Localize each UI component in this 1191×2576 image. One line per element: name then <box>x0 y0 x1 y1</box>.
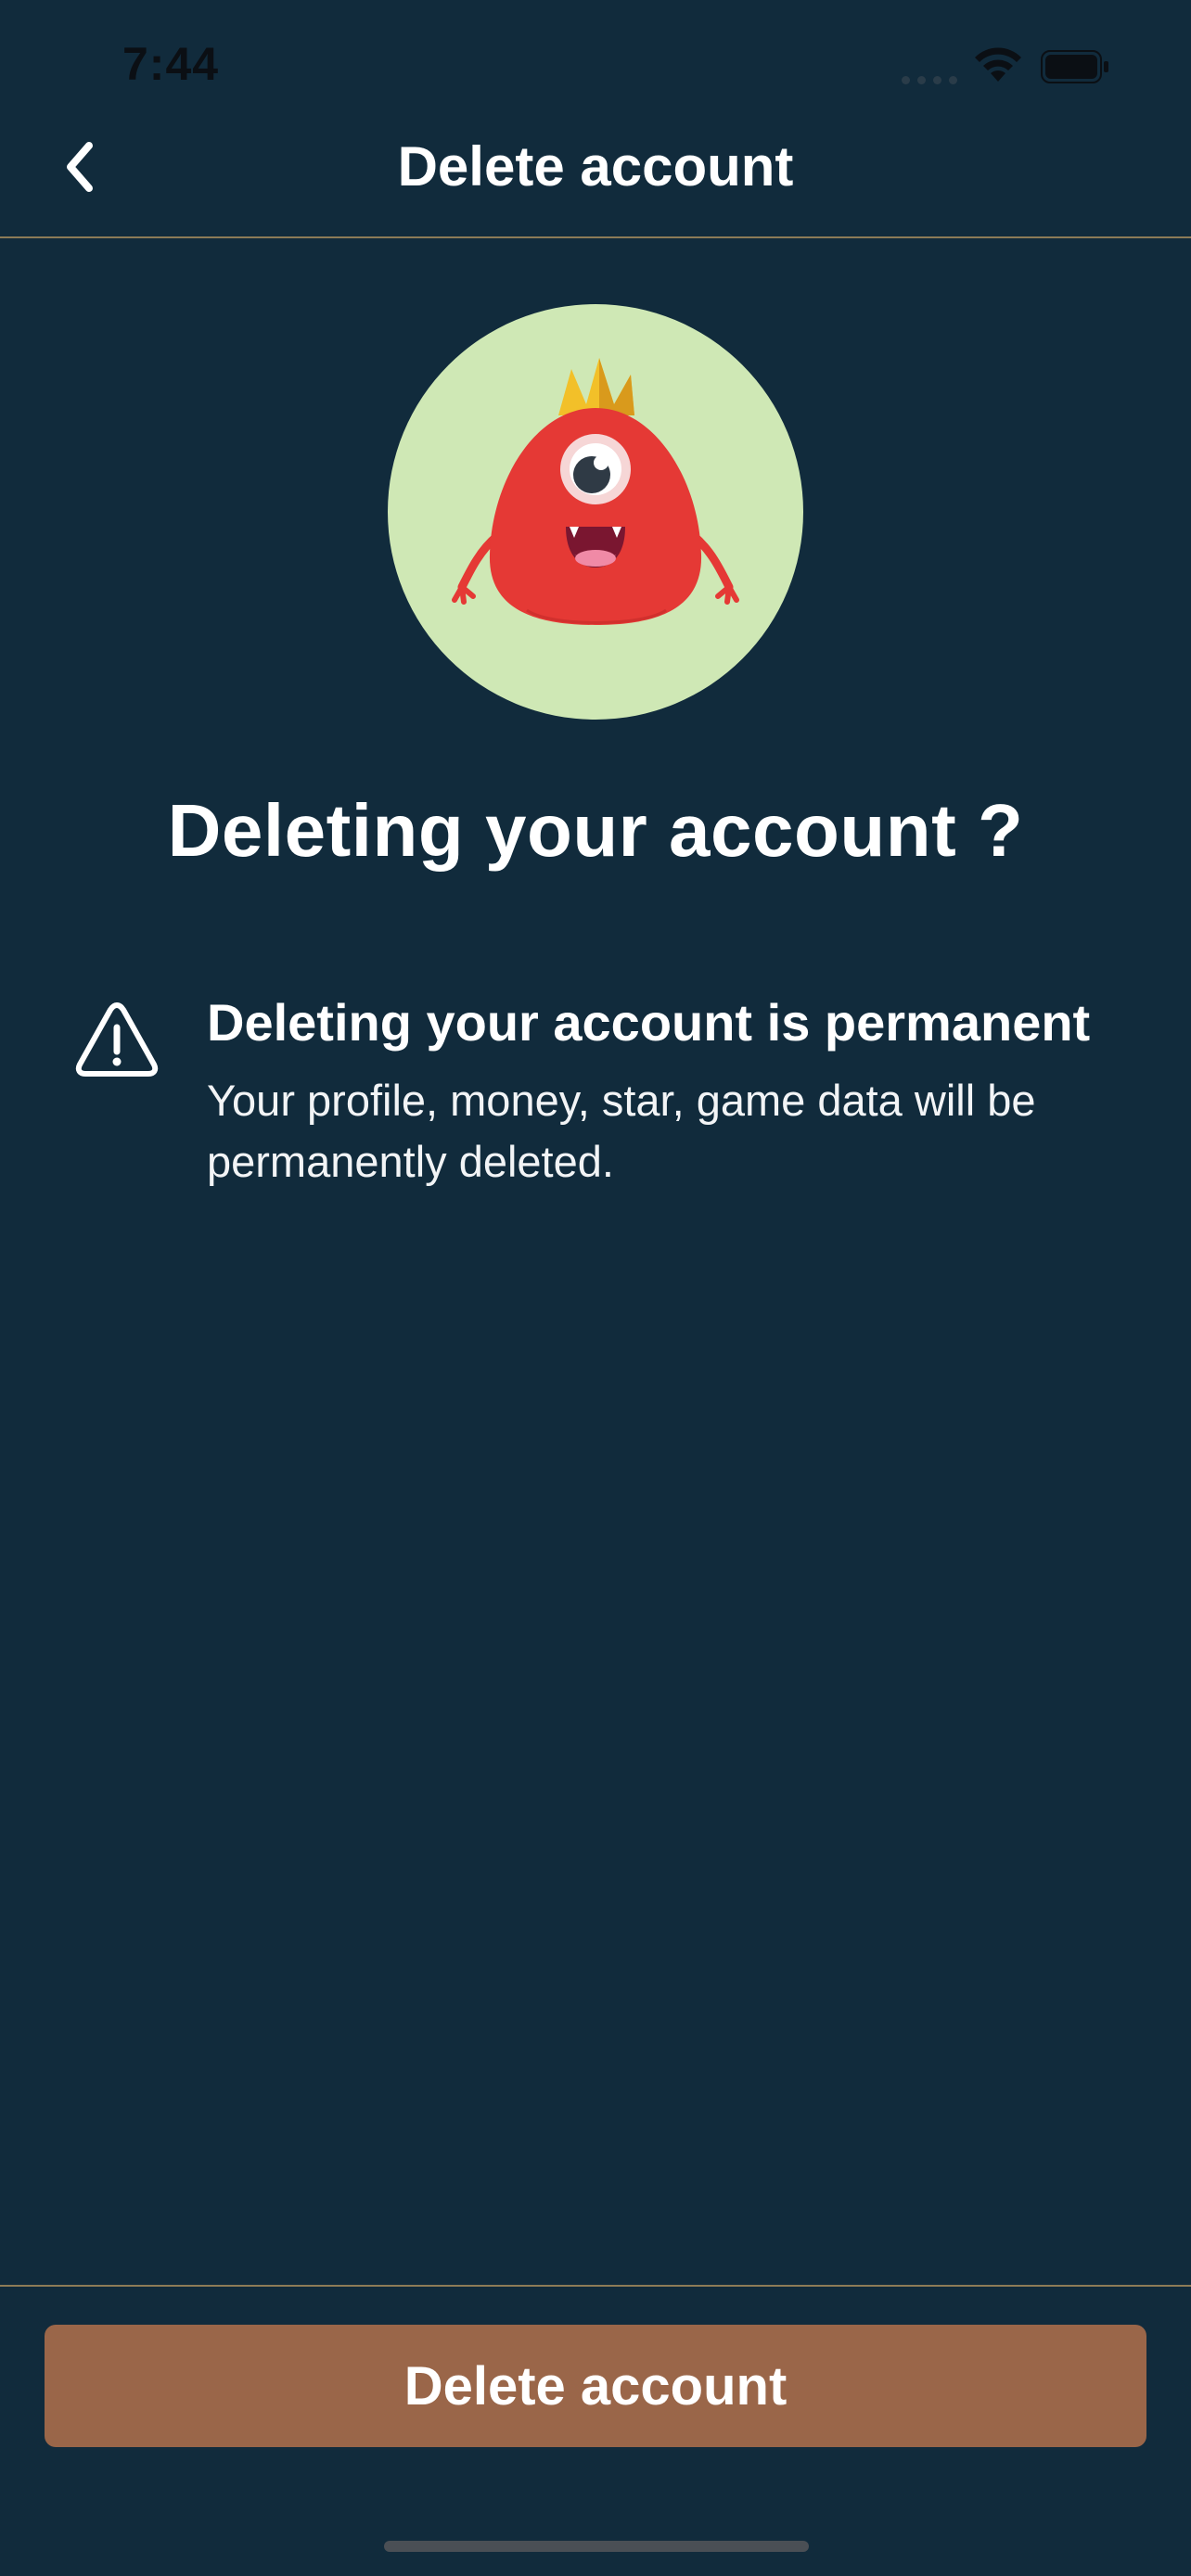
navigation-bar: Delete account <box>0 130 1191 237</box>
footer-divider <box>0 2285 1191 2287</box>
cellular-signal-icon <box>902 76 957 84</box>
delete-account-button[interactable]: Delete account <box>45 2325 1146 2447</box>
warning-triangle-icon <box>75 1002 159 1077</box>
warning-body: Your profile, money, star, game data wil… <box>207 1076 1036 1186</box>
status-time: 7:44 <box>122 38 220 90</box>
header-divider <box>0 236 1191 238</box>
warning-title: Deleting your account is permanent <box>207 993 1091 1052</box>
page-title: Delete account <box>397 135 794 198</box>
monster-mascot-icon <box>452 358 739 625</box>
headline: Deleting your account ? <box>167 789 1024 872</box>
home-indicator[interactable] <box>384 2541 809 2552</box>
status-bar: 7:44 <box>0 0 1191 130</box>
battery-icon <box>1041 50 1108 83</box>
avatar <box>388 304 803 720</box>
wifi-icon <box>975 47 1021 82</box>
